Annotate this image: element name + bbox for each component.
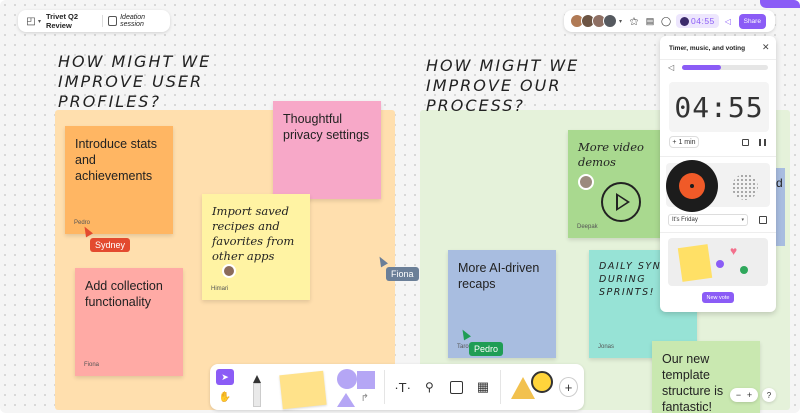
cursor-label: Sydney [90,238,131,252]
bottom-toolbar: ➤ ✋ ↱ ·T· ⚲ ▦ + [210,364,584,410]
new-vote-label: New vote [706,294,730,301]
top-right-toolbar: ▾ ⚝ ▤ ◯ 04:55 ◁ Share [564,10,775,32]
vote-dot-icon [740,266,748,274]
comment-icon[interactable]: ◯ [660,16,672,27]
figjam-logo-icon[interactable]: ◰ [26,15,36,27]
sticky-note[interactable]: Introduce stats and achievements Pedro [65,126,173,234]
vote-dot-icon [716,260,724,268]
divider [660,59,776,60]
cursor-label: Pedro [469,342,504,356]
sticky-note[interactable]: Thoughtful privacy settings [273,101,381,199]
avatar[interactable] [603,14,617,28]
note-text: More video demos [578,140,644,169]
timer-text: 04:55 [691,16,715,26]
panel-title: Timer, music, and voting [669,45,746,52]
volume-slider[interactable] [682,65,768,70]
share-button[interactable]: Share [738,13,766,29]
heart-icon: ♥ [730,244,738,258]
avatar [222,264,236,278]
divider [660,232,776,233]
help-icon: ? [766,390,772,400]
note-author: Deepak [577,224,598,230]
queue-icon[interactable] [759,216,767,224]
layout-icon[interactable]: ▤ [644,16,656,27]
add-minute-button[interactable]: + 1 min [669,136,699,148]
divider [384,370,386,404]
hand-tool-icon[interactable]: ✋ [216,389,234,405]
avatar [578,174,594,190]
share-label: Share [743,17,761,25]
cursor-label: Fiona [386,267,419,281]
timer-music-voting-panel: Timer, music, and voting ✕ ◁ 04:55 + 1 m… [660,36,776,312]
volume-icon[interactable]: ◁ [723,17,733,26]
track-select[interactable]: It's Friday ▾ [668,214,748,226]
note-text: Add collection functionality [85,279,163,309]
corner-decoration [760,0,800,8]
note-text: Import saved recipes and favorites from … [212,204,295,263]
close-icon[interactable]: ✕ [762,42,770,53]
voting-illustration: ♥ [668,238,768,286]
divider [500,370,502,404]
track-name: It's Friday [672,217,698,223]
zoom-controls: − + [730,388,758,402]
pause-icon[interactable] [759,139,766,146]
note-author: Jonas [598,344,615,350]
note-author: Himari [211,286,229,292]
zoom-in-button[interactable]: + [747,390,752,400]
note-text: Our new template structure is fantastic! [662,352,724,413]
help-button[interactable]: ? [762,388,776,402]
shapes-tool-icon[interactable]: ↱ [335,367,379,407]
new-vote-button[interactable]: New vote [702,292,734,303]
more-tools-plus-icon[interactable]: + [558,377,579,397]
vinyl-record-icon[interactable] [666,160,718,212]
chevron-down-icon[interactable]: ▾ [38,18,41,25]
sticky-note[interactable]: Import saved recipes and favorites from … [202,194,310,300]
pen-tool-icon[interactable] [241,367,271,407]
timer-chip[interactable]: 04:55 [676,14,719,28]
timer-display: 04:55 [669,82,769,132]
timer-display-text: 04:55 [674,90,764,124]
section-tool-icon[interactable] [445,375,468,399]
file-menu[interactable]: ◰ ▾ Trivet Q2 Review Ideation session [18,10,170,32]
stop-icon[interactable] [742,139,749,146]
play-icon[interactable] [601,182,641,222]
volume-slider-fill [682,65,721,70]
section-title-user-profiles: HOW MIGHT WE IMPROVE USER PROFILES? [58,52,212,111]
note-text: Introduce stats and achievements [75,137,157,183]
note-author: Taro [457,344,469,350]
chevron-down-icon[interactable]: ▾ [619,18,622,25]
speaker-grille-icon [732,174,758,200]
stamp-tool-icon[interactable]: ⚲ [418,375,441,399]
timer-icon [680,16,690,26]
page-icon[interactable] [108,16,118,26]
cursor-chat-icon[interactable]: ⚝ [628,16,640,27]
canvas[interactable]: HOW MIGHT WE IMPROVE USER PROFILES? HOW … [0,0,800,413]
sticky-note-tool-icon[interactable] [275,367,328,410]
file-name[interactable]: Trivet Q2 Review [46,12,96,30]
sticky-note[interactable]: Our new template structure is fantastic! [652,341,760,413]
avatar-stack[interactable] [570,14,617,28]
stickers-tool-icon[interactable] [507,367,554,407]
note-text: More AI-driven recaps [458,261,540,291]
text-tool-icon[interactable]: ·T· [391,375,414,399]
sticky-note[interactable]: Add collection functionality Fiona [75,268,183,376]
note-text: Thoughtful privacy settings [283,112,370,142]
page-label[interactable]: Ideation session [120,14,162,28]
note-author: Fiona [84,362,100,368]
volume-icon[interactable]: ◁ [668,63,674,72]
chevron-down-icon: ▾ [741,217,744,223]
section-title-process: HOW MIGHT WE IMPROVE OUR PROCESS? [426,56,580,115]
sticky-note-icon [677,244,713,282]
divider [101,15,103,27]
divider [660,156,776,157]
table-tool-icon[interactable]: ▦ [472,375,495,399]
tool-group-select: ➤ ✋ [216,369,235,405]
zoom-out-button[interactable]: − [736,390,741,400]
select-tool-cursor-icon[interactable]: ➤ [216,369,234,385]
partial-note-letter: d [776,176,783,190]
